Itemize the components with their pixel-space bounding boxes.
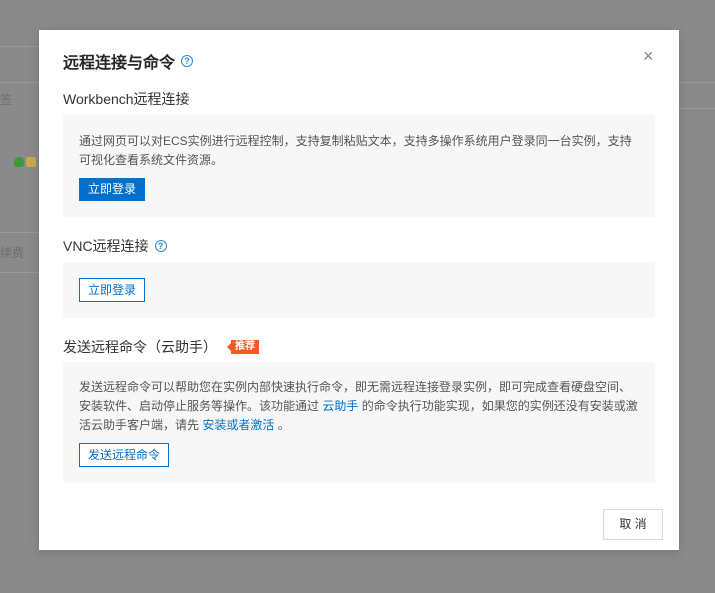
command-section-title: 发送远程命令（云助手） 推荐	[63, 337, 259, 357]
dialog-title: 远程连接与命令 ?	[63, 49, 194, 73]
background-divider	[679, 108, 715, 109]
background-column-header: 签	[0, 93, 13, 107]
command-panel: 发送远程命令可以帮助您在实例内部快速执行命令，即无需远程连接登录实例，即可完成查…	[63, 362, 655, 483]
command-desc-text: 。	[274, 418, 290, 432]
workbench-section-title: Workbench远程连接	[63, 89, 190, 109]
vnc-help-icon[interactable]: ?	[154, 240, 167, 252]
background-divider	[0, 232, 40, 233]
vnc-panel: 立即登录	[63, 262, 655, 318]
workbench-description: 通过网页可以对ECS实例进行远程控制，支持复制粘贴文本，支持多操作系统用户登录同…	[79, 134, 632, 167]
cloud-assistant-link[interactable]: 云助手	[322, 399, 358, 413]
background-renew-link: 续费	[0, 246, 25, 260]
workbench-login-button[interactable]: 立即登录	[79, 178, 146, 201]
workbench-panel: 通过网页可以对ECS实例进行远程控制，支持复制粘贴文本，支持多操作系统用户登录同…	[63, 115, 655, 217]
cancel-button[interactable]: 取 消	[603, 509, 663, 540]
vnc-section-title: VNC远程连接 ?	[63, 236, 167, 256]
vnc-login-button[interactable]: 立即登录	[79, 278, 146, 302]
close-icon[interactable]: ×	[643, 47, 657, 65]
workbench-title-text: Workbench远程连接	[63, 91, 190, 107]
background-divider	[679, 82, 715, 83]
vnc-title-text: VNC远程连接	[63, 238, 149, 254]
shield-icon	[14, 157, 24, 167]
background-divider	[0, 272, 40, 273]
command-description: 发送远程命令可以帮助您在实例内部快速执行命令，即无需远程连接登录实例，即可完成查…	[79, 378, 639, 435]
send-command-button[interactable]: 发送远程命令	[79, 443, 170, 467]
background-divider	[0, 46, 40, 47]
background-divider	[0, 82, 40, 83]
remote-connection-dialog: 远程连接与命令 ? × Workbench远程连接 通过网页可以对ECS实例进行…	[39, 30, 679, 550]
recommend-badge: 推荐	[227, 340, 259, 354]
command-title-text: 发送远程命令（云助手）	[63, 339, 217, 355]
install-activate-link[interactable]: 安装或者激活	[202, 418, 274, 432]
background-status-icons	[14, 157, 36, 167]
badge-icon	[26, 157, 36, 167]
dialog-title-text: 远程连接与命令	[63, 55, 176, 72]
help-icon[interactable]: ?	[181, 55, 194, 67]
